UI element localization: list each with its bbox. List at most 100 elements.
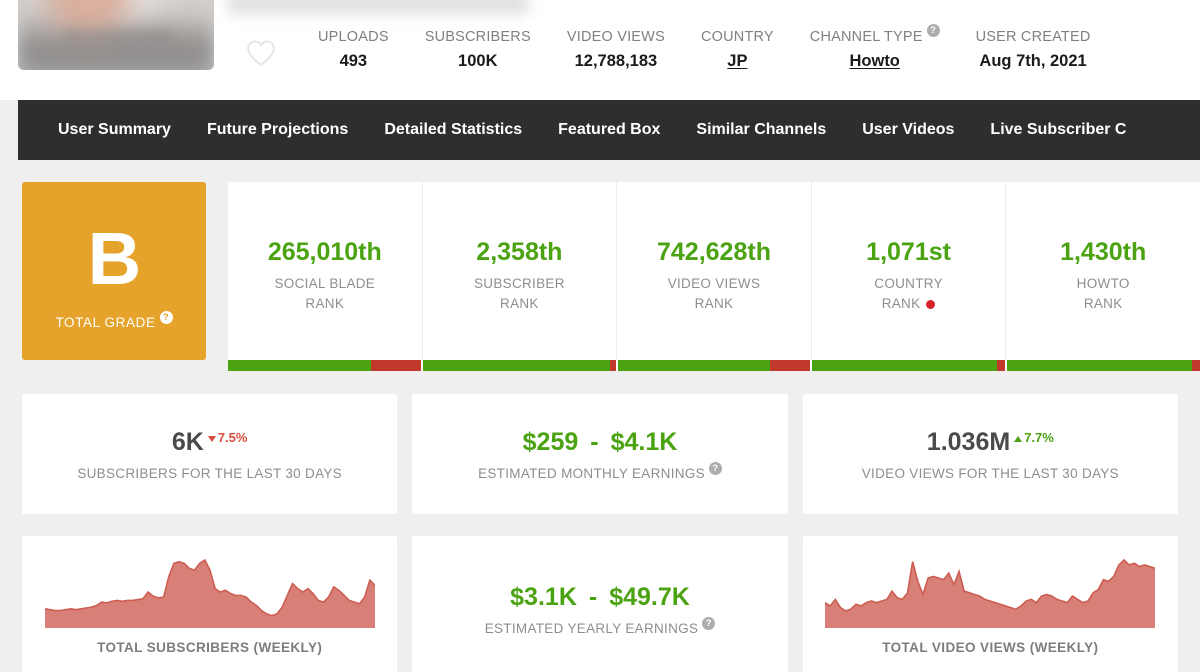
card-label: ESTIMATED YEARLY EARNINGS? bbox=[484, 616, 716, 636]
channel-header: UPLOADS 493 SUBSCRIBERS 100K VIDEO VIEWS… bbox=[0, 0, 1200, 100]
help-icon[interactable]: ? bbox=[159, 310, 173, 324]
nav-item-detailed-statistics[interactable]: Detailed Statistics bbox=[366, 100, 540, 160]
card-label: ESTIMATED MONTHLY EARNINGS? bbox=[478, 462, 722, 481]
rank-label: SOCIAL BLADE RANK bbox=[274, 274, 375, 314]
header-stat-label: COUNTRY bbox=[700, 29, 774, 45]
views-30-delta-value: 7.7% bbox=[1024, 430, 1054, 445]
nav-item-user-summary[interactable]: User Summary bbox=[40, 100, 189, 160]
rank-label-line2: RANK bbox=[500, 296, 539, 311]
rank-bar-subscriber bbox=[422, 360, 618, 371]
header-stat-label: VIDEO VIEWS bbox=[566, 29, 665, 45]
nav-item-similar-channels[interactable]: Similar Channels bbox=[678, 100, 844, 160]
rank-bar-country bbox=[812, 360, 1008, 371]
channel-type-label: CHANNEL TYPE bbox=[809, 29, 923, 45]
country-link[interactable]: JP bbox=[701, 51, 774, 71]
rank-value: 742,628th bbox=[657, 238, 771, 266]
favorite-heart-icon[interactable] bbox=[244, 36, 278, 70]
bar-red-segment bbox=[370, 360, 421, 371]
views-30-delta: 7.7% bbox=[1014, 430, 1054, 446]
header-stat-value: 100K bbox=[458, 52, 498, 70]
grade-letter: B bbox=[87, 216, 141, 300]
rank-card-social-blade[interactable]: 265,010th SOCIAL BLADE RANK bbox=[228, 182, 423, 360]
rank-label-line1: COUNTRY bbox=[874, 276, 943, 291]
header-stat-uploads: UPLOADS 493 bbox=[300, 28, 407, 71]
monthly-earnings-range: $259 - $4.1K bbox=[523, 427, 678, 457]
subscribers-30-delta: 7.5% bbox=[207, 430, 248, 446]
channel-type-link[interactable]: Howto bbox=[810, 51, 940, 71]
subscribers-30-value: 6K bbox=[171, 428, 204, 456]
views-30-value-group: 1.036M 7.7% bbox=[927, 427, 1054, 457]
rank-card-country[interactable]: 1,071st COUNTRY RANK bbox=[812, 182, 1007, 360]
yearly-earnings-label: ESTIMATED YEARLY EARNINGS bbox=[484, 620, 699, 636]
bar-green-segment bbox=[228, 360, 371, 371]
range-dash: - bbox=[588, 582, 598, 611]
chart-title: TOTAL VIDEO VIEWS (WEEKLY) bbox=[882, 640, 1099, 655]
bar-red-segment bbox=[609, 360, 616, 371]
bar-green-segment bbox=[1007, 360, 1193, 371]
bar-red-segment bbox=[997, 360, 1006, 371]
rank-card-subscriber[interactable]: 2,358th SUBSCRIBER RANK bbox=[423, 182, 618, 360]
rank-label-line2: RANK bbox=[1083, 296, 1123, 311]
japan-flag-icon bbox=[926, 299, 936, 309]
page-root: UPLOADS 493 SUBSCRIBERS 100K VIDEO VIEWS… bbox=[0, 0, 1200, 672]
yearly-earnings-low: $3.1K bbox=[510, 582, 577, 611]
header-stat-user-created: USER CREATED Aug 7th, 2021 bbox=[958, 28, 1109, 71]
main-navigation: User Summary Future Projections Detailed… bbox=[18, 100, 1200, 160]
yearly-earnings-range: $3.1K - $49.7K bbox=[510, 582, 690, 612]
subscribers-30-value-group: 6K 7.5% bbox=[172, 427, 248, 457]
nav-item-user-videos[interactable]: User Videos bbox=[844, 100, 972, 160]
rank-label-line1: VIDEO VIEWS bbox=[667, 276, 761, 291]
views-30-value: 1.036M bbox=[926, 428, 1011, 456]
grade-label-text: TOTAL GRADE bbox=[55, 314, 156, 330]
header-stat-label: CHANNEL TYPE? bbox=[809, 24, 940, 46]
rank-bar-video-views bbox=[617, 360, 813, 371]
monthly-earnings-label: ESTIMATED MONTHLY EARNINGS bbox=[478, 466, 705, 481]
views-sparkline-wrap bbox=[803, 550, 1178, 628]
nav-item-featured-box[interactable]: Featured Box bbox=[540, 100, 678, 160]
rank-card-howto[interactable]: 1,430th HOWTO RANK bbox=[1006, 182, 1200, 360]
help-icon[interactable]: ? bbox=[926, 24, 940, 37]
header-stat-label: SUBSCRIBERS bbox=[424, 29, 531, 45]
nav-item-live-subscriber-count[interactable]: Live Subscriber C bbox=[972, 100, 1144, 160]
bar-green-segment bbox=[812, 360, 998, 371]
subscribers-sparkline-wrap bbox=[22, 550, 397, 628]
card-total-subscribers-weekly: TOTAL SUBSCRIBERS (WEEKLY) bbox=[22, 536, 398, 672]
yearly-earnings-high: $49.7K bbox=[609, 582, 690, 611]
help-icon[interactable]: ? bbox=[708, 462, 722, 475]
stat-cards-row-1: 6K 7.5% SUBSCRIBERS FOR THE LAST 30 DAYS… bbox=[0, 394, 1200, 514]
bar-red-segment bbox=[769, 360, 811, 371]
views-sparkline bbox=[825, 558, 1156, 628]
rank-label: VIDEO VIEWS RANK bbox=[668, 274, 761, 314]
rank-value: 265,010th bbox=[267, 238, 382, 266]
grade-label: TOTAL GRADE? bbox=[55, 310, 173, 330]
help-icon[interactable]: ? bbox=[702, 616, 716, 630]
rank-label: COUNTRY RANK bbox=[874, 274, 943, 314]
rank-bar-howto bbox=[1007, 360, 1200, 371]
total-grade-box: B TOTAL GRADE? bbox=[22, 182, 206, 360]
subscribers-30-delta-value: 7.5% bbox=[217, 430, 248, 445]
avatar-overlay-text bbox=[64, 30, 174, 42]
card-label: VIDEO VIEWS FOR THE LAST 30 DAYS bbox=[861, 466, 1119, 481]
rank-label-line2: RANK bbox=[694, 296, 734, 311]
rank-summary-row: B TOTAL GRADE? 265,010th SOCIAL BLADE RA… bbox=[0, 182, 1200, 372]
channel-title-blurred bbox=[228, 0, 528, 14]
stat-cards-row-2: TOTAL SUBSCRIBERS (WEEKLY) $3.1K - $49.7… bbox=[0, 536, 1200, 672]
header-stat-subscribers: SUBSCRIBERS 100K bbox=[407, 28, 549, 71]
nav-item-future-projections[interactable]: Future Projections bbox=[189, 100, 366, 160]
header-stat-label: USER CREATED bbox=[975, 29, 1091, 45]
card-label: SUBSCRIBERS FOR THE LAST 30 DAYS bbox=[77, 466, 342, 481]
chart-title: TOTAL SUBSCRIBERS (WEEKLY) bbox=[97, 640, 323, 655]
rank-value: 1,430th bbox=[1060, 238, 1147, 266]
main-content: B TOTAL GRADE? 265,010th SOCIAL BLADE RA… bbox=[0, 160, 1200, 672]
rank-card-video-views[interactable]: 742,628th VIDEO VIEWS RANK bbox=[617, 182, 812, 360]
rank-label: HOWTO RANK bbox=[1077, 274, 1130, 314]
rank-label-line2: RANK bbox=[881, 296, 921, 311]
header-stats: UPLOADS 493 SUBSCRIBERS 100K VIDEO VIEWS… bbox=[300, 24, 1200, 71]
rank-value: 2,358th bbox=[476, 238, 563, 266]
range-dash: - bbox=[590, 428, 599, 456]
rank-progress-bars bbox=[228, 360, 1200, 371]
card-yearly-earnings: $3.1K - $49.7K ESTIMATED YEARLY EARNINGS… bbox=[412, 536, 788, 672]
rank-label-line1: HOWTO bbox=[1076, 276, 1130, 291]
header-stat-label: UPLOADS bbox=[318, 29, 389, 45]
rank-label-line1: SUBSCRIBER bbox=[474, 276, 565, 291]
